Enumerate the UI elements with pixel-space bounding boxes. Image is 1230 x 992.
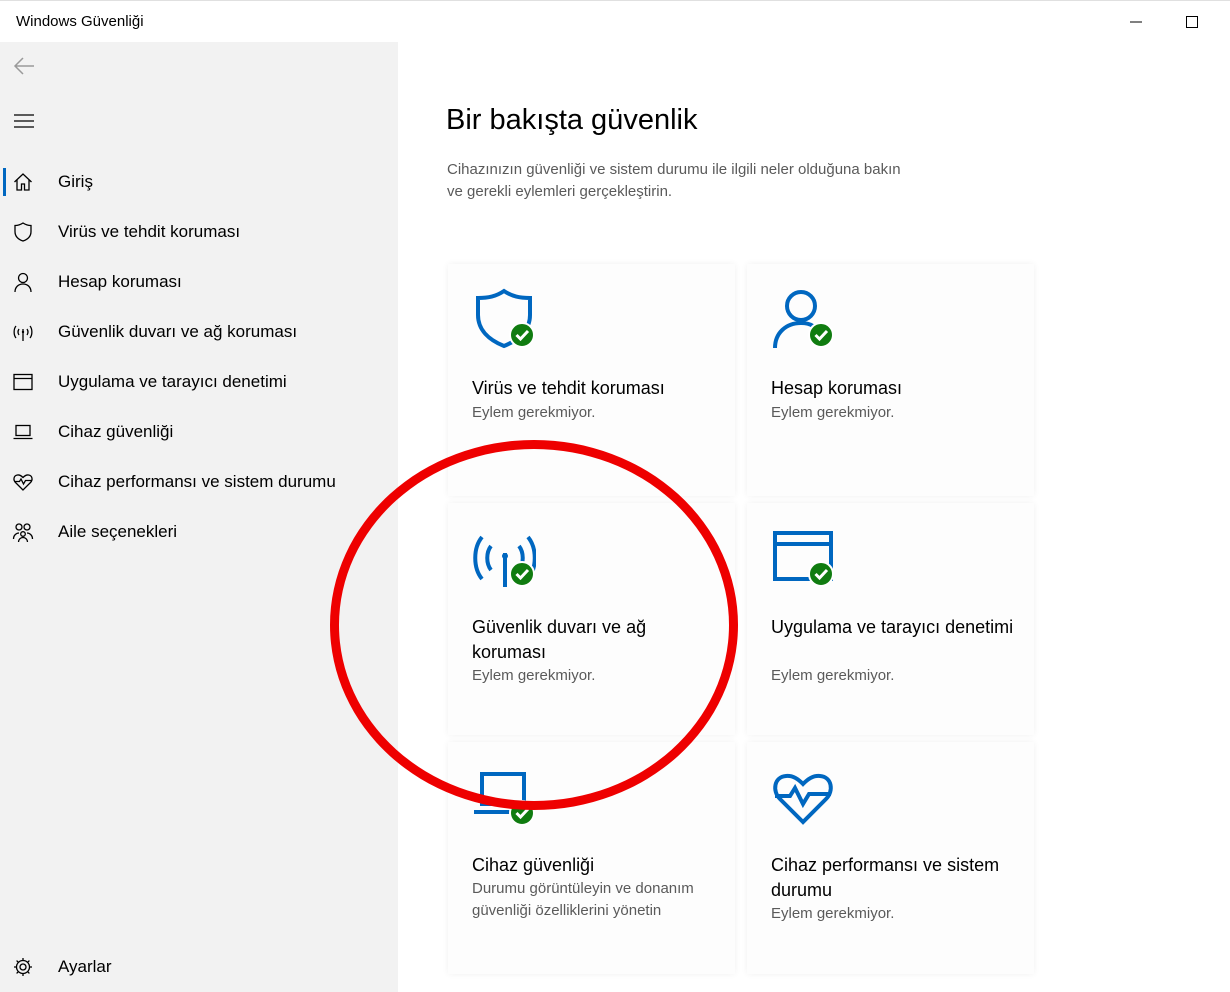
tile-account-protection[interactable]: Hesap koruması Eylem gerekmiyor. [747, 264, 1034, 496]
tile-title: Cihaz güvenliği [472, 855, 595, 875]
sidebar-item-family[interactable]: Aile seçenekleri [0, 510, 398, 554]
sidebar-item-label: Uygulama ve tarayıcı denetimi [58, 372, 287, 391]
laptop-icon [13, 424, 33, 440]
sidebar-item-home[interactable]: Giriş [0, 160, 398, 204]
sidebar-item-device-security[interactable]: Cihaz güvenliği [0, 410, 398, 454]
minimize-button[interactable] [1108, 1, 1164, 43]
tile-status: Durumu görüntüleyin ve donanım güvenliği… [472, 880, 694, 919]
home-icon [14, 173, 32, 191]
hamburger-icon [14, 114, 34, 128]
tile-device-performance[interactable]: Cihaz performansı ve sistem durumu Eylem… [747, 742, 1034, 974]
sidebar-item-label: Giriş [58, 172, 93, 191]
tile-app-browser-control[interactable]: Uygulama ve tarayıcı denetimi Eylem gere… [747, 503, 1034, 735]
main-content: Bir bakışta güvenlik Cihazınızın güvenli… [398, 42, 1230, 992]
tile-device-security[interactable]: Cihaz güvenliği Durumu görüntüleyin ve d… [448, 742, 735, 974]
sidebar-item-firewall[interactable]: Güvenlik duvarı ve ağ koruması [0, 310, 398, 354]
tile-virus-protection[interactable]: Virüs ve tehdit koruması Eylem gerekmiyo… [448, 264, 735, 496]
sidebar-item-label: Virüs ve tehdit koruması [58, 222, 241, 241]
tile-title: Virüs ve tehdit koruması [472, 378, 665, 398]
sidebar-item-account[interactable]: Hesap koruması [0, 260, 398, 304]
laptop-icon [474, 772, 535, 826]
minimize-icon [1130, 21, 1142, 23]
shield-icon [14, 222, 32, 242]
sidebar-item-performance[interactable]: Cihaz performansı ve sistem durumu [0, 460, 398, 504]
heart-pulse-icon [773, 773, 833, 825]
shield-icon [476, 288, 535, 349]
sidebar-item-virus[interactable]: Virüs ve tehdit koruması [0, 210, 398, 254]
sidebar-item-app-browser[interactable]: Uygulama ve tarayıcı denetimi [0, 360, 398, 404]
tile-status: Eylem gerekmiyor. [771, 905, 895, 922]
sidebar-item-label: Hesap koruması [58, 272, 182, 291]
family-icon [12, 523, 34, 543]
sidebar-item-label: Ayarlar [58, 957, 112, 976]
maximize-icon [1186, 16, 1198, 28]
menu-button[interactable] [8, 105, 40, 137]
maximize-button[interactable] [1164, 1, 1220, 43]
person-icon [773, 290, 834, 349]
person-icon [14, 272, 32, 293]
tile-firewall[interactable]: Güvenlik duvarı ve ağ koruması Eylem ger… [448, 503, 735, 735]
sidebar-item-label: Cihaz güvenliği [58, 422, 174, 441]
sidebar-item-label: Aile seçenekleri [58, 522, 178, 541]
tile-status: Eylem gerekmiyor. [472, 404, 596, 421]
page-title: Bir bakışta güvenlik [446, 104, 698, 136]
window-title: Windows Güvenliği [16, 13, 144, 30]
tile-status: Eylem gerekmiyor. [771, 667, 895, 684]
back-button[interactable] [8, 50, 40, 82]
tile-title: Cihaz performansı ve sistem durumu [771, 855, 1000, 900]
tile-status: Eylem gerekmiyor. [771, 404, 895, 421]
gear-icon [14, 958, 32, 976]
title-bar: Windows Güvenliği [0, 0, 1230, 42]
sidebar-item-label: Cihaz performansı ve sistem durumu [58, 472, 336, 491]
browser-window-icon [13, 373, 33, 391]
browser-window-icon [773, 531, 834, 587]
antenna-icon [13, 325, 33, 341]
heart-pulse-icon [13, 474, 33, 491]
back-arrow-icon [13, 57, 34, 75]
tile-status: Eylem gerekmiyor. [472, 667, 596, 684]
tile-title: Uygulama ve tarayıcı denetimi [771, 617, 1014, 637]
sidebar: Giriş Virüs ve tehdit koruması Hesap kor… [0, 42, 398, 992]
antenna-icon [473, 535, 536, 587]
sidebar-item-settings[interactable]: Ayarlar [0, 945, 398, 989]
tile-title: Güvenlik duvarı ve ağ koruması [472, 617, 647, 662]
tile-title: Hesap koruması [771, 378, 903, 398]
sidebar-item-label: Güvenlik duvarı ve ağ koruması [58, 322, 298, 341]
page-description: Cihazınızın güvenliği ve sistem durumu i… [447, 161, 901, 200]
